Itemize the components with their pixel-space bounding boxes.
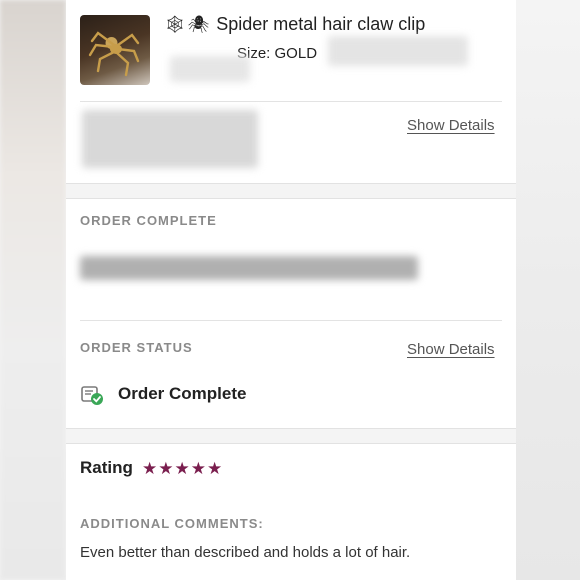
- order-status-label: ORDER STATUS: [80, 340, 193, 355]
- background-right: [516, 0, 580, 580]
- section-separator: [66, 183, 516, 199]
- rating-stars: ★★★★★: [142, 459, 224, 478]
- product-title[interactable]: 🕸 🕷 Spider metal hair claw clip: [164, 14, 425, 35]
- background-left: [0, 0, 66, 580]
- show-details-link[interactable]: Show Details: [407, 117, 495, 134]
- redacted-block: [328, 36, 468, 66]
- spider-web-icon: 🕸: [164, 15, 186, 34]
- comment-text: Even better than described and holds a l…: [80, 544, 411, 561]
- product-thumbnail[interactable]: [80, 15, 150, 85]
- redacted-block: [170, 56, 250, 82]
- section-separator: [66, 428, 516, 444]
- order-complete-label: ORDER COMPLETE: [80, 213, 217, 228]
- order-detail-card: 🕸 🕷 Spider metal hair claw clip Size: GOL…: [66, 0, 516, 580]
- order-complete-icon: [81, 386, 103, 405]
- show-details-link[interactable]: Show Details: [407, 341, 495, 358]
- additional-comments-label: ADDITIONAL COMMENTS:: [80, 516, 264, 531]
- hair-clip-image: [88, 31, 140, 77]
- redacted-block: [82, 110, 258, 168]
- divider: [80, 101, 502, 102]
- order-status-value: Order Complete: [118, 384, 247, 403]
- spider-icon: 🕷: [187, 15, 210, 34]
- rating-label: Rating: [80, 458, 133, 477]
- redacted-block: [80, 256, 418, 280]
- product-title-text: Spider metal hair claw clip: [216, 14, 426, 34]
- divider: [80, 320, 502, 321]
